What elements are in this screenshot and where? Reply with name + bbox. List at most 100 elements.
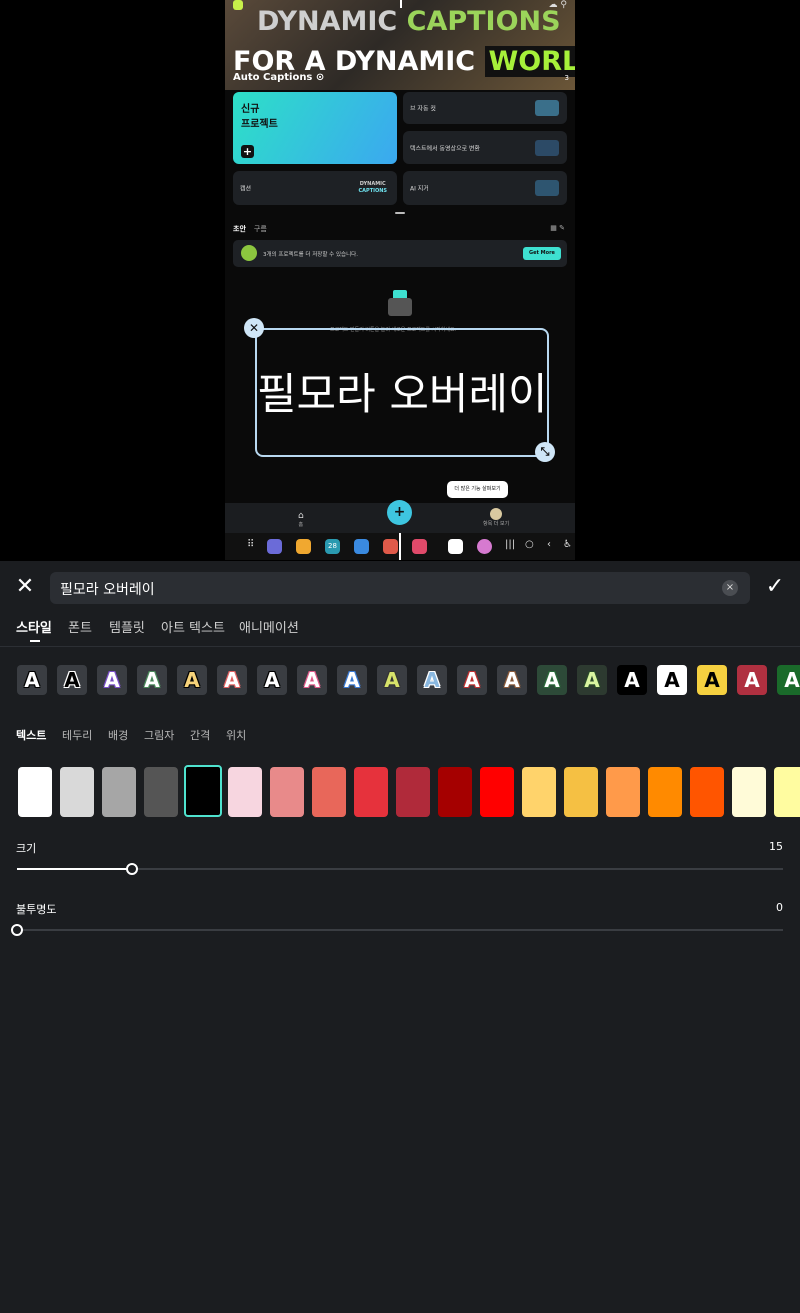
captions-card[interactable]: 캡션 DYNAMIC CAPTIONS xyxy=(233,171,397,205)
create-button[interactable]: + xyxy=(387,500,412,525)
app-icon-contacts[interactable] xyxy=(383,539,398,554)
style-preset-3[interactable]: A xyxy=(97,665,127,695)
color-swatch-12[interactable] xyxy=(480,767,514,817)
clear-text-icon[interactable]: × xyxy=(722,580,738,596)
style-preset-14[interactable]: A xyxy=(537,665,567,695)
color-swatch-10[interactable] xyxy=(396,767,430,817)
style-preset-5[interactable]: A xyxy=(177,665,207,695)
nav-home[interactable]: ⌂ 홈 xyxy=(298,511,304,528)
style-preset-15[interactable]: A xyxy=(577,665,607,695)
nav-profile[interactable]: 항목 더 보기 xyxy=(483,508,509,527)
style-preset-9[interactable]: A xyxy=(337,665,367,695)
color-swatch-6[interactable] xyxy=(228,767,262,817)
back-icon[interactable]: ‹ xyxy=(547,539,551,550)
avatar xyxy=(490,508,503,520)
subtab-spacing[interactable]: 간격 xyxy=(190,727,210,743)
tabs-divider xyxy=(0,646,800,647)
style-preset-10[interactable]: A xyxy=(377,665,407,695)
subtab-text[interactable]: 텍스트 xyxy=(16,727,46,743)
style-preset-18[interactable]: A xyxy=(697,665,727,695)
style-preset-2[interactable]: A xyxy=(57,665,87,695)
size-value: 15 xyxy=(769,840,783,853)
opacity-slider-track[interactable] xyxy=(17,929,783,931)
project-tabs: 초안 구름 xyxy=(233,224,267,234)
promo-banner[interactable]: ☁ ⚲ DYNAMIC CAPTIONS FOR A DYNAMIC WORLD… xyxy=(225,0,575,90)
promo-title-line1: DYNAMIC CAPTIONS xyxy=(257,6,561,37)
ai-remover-label: AI 지거 xyxy=(410,185,429,193)
subtab-border[interactable]: 테두리 xyxy=(62,727,92,743)
style-preset-20[interactable]: A xyxy=(777,665,800,695)
color-swatch-1[interactable] xyxy=(18,767,52,817)
color-swatch-17[interactable] xyxy=(690,767,724,817)
tab-cloud[interactable]: 구름 xyxy=(254,225,267,233)
opacity-value: 0 xyxy=(776,901,783,914)
tab-font[interactable]: 폰트 xyxy=(68,617,92,636)
recents-icon[interactable]: ||| xyxy=(505,539,515,550)
color-swatch-8[interactable] xyxy=(312,767,346,817)
style-preset-6[interactable]: A xyxy=(217,665,247,695)
accessibility-icon[interactable]: ♿ xyxy=(563,539,572,550)
style-preset-4[interactable]: A xyxy=(137,665,167,695)
nav-home-label: 홈 xyxy=(298,522,304,528)
color-swatch-13[interactable] xyxy=(522,767,556,817)
style-preset-11[interactable]: A xyxy=(417,665,447,695)
text-input[interactable]: 필모라 오버레이 × xyxy=(50,572,750,604)
ai-remover-card[interactable]: AI 지거 xyxy=(403,171,567,205)
color-swatch-15[interactable] xyxy=(606,767,640,817)
text-to-video-card[interactable]: 텍스트에서 동영상으로 변환 xyxy=(403,131,567,164)
app-icon-play-store[interactable] xyxy=(448,539,463,554)
get-more-button[interactable]: Get More xyxy=(523,247,561,260)
opacity-slider-handle[interactable] xyxy=(11,924,23,936)
color-swatch-14[interactable] xyxy=(564,767,598,817)
color-swatch-19[interactable] xyxy=(774,767,800,817)
app-icon-messages[interactable] xyxy=(354,539,369,554)
style-preset-8[interactable]: A xyxy=(297,665,327,695)
view-toggle-icons[interactable]: ▦ ✎ xyxy=(550,224,565,232)
style-preset-12[interactable]: A xyxy=(457,665,487,695)
subtab-shadow[interactable]: 그림자 xyxy=(144,727,174,743)
home-circle-icon[interactable]: ○ xyxy=(525,539,534,550)
app-icon-internet[interactable] xyxy=(267,539,282,554)
color-swatch-4[interactable] xyxy=(144,767,178,817)
close-icon[interactable]: ✕ xyxy=(13,575,37,599)
confirm-check-icon[interactable]: ✓ xyxy=(762,574,788,600)
style-preset-7[interactable]: A xyxy=(257,665,287,695)
style-preset-13[interactable]: A xyxy=(497,665,527,695)
color-swatch-2[interactable] xyxy=(60,767,94,817)
color-swatch-7[interactable] xyxy=(270,767,304,817)
tab-animation[interactable]: 애니메이션 xyxy=(239,617,299,636)
overlay-delete-icon[interactable]: ✕ xyxy=(244,318,264,338)
size-slider-handle[interactable] xyxy=(125,863,138,875)
app-icon-screen-recorder[interactable] xyxy=(412,539,427,554)
color-swatch-11[interactable] xyxy=(438,767,472,817)
style-preset-19[interactable]: A xyxy=(737,665,767,695)
color-swatch-18[interactable] xyxy=(732,767,766,817)
app-drawer-icon[interactable]: ⠿ xyxy=(247,539,254,550)
style-preset-17[interactable]: A xyxy=(657,665,687,695)
feature-tooltip[interactable]: 더 많은 기능 살펴보기 xyxy=(447,481,508,498)
color-swatch-5[interactable] xyxy=(184,765,222,817)
new-project-card[interactable]: 신규 프로젝트 + xyxy=(233,92,397,164)
plus-icon: + xyxy=(241,145,254,158)
overlay-resize-icon[interactable]: ⤡ xyxy=(535,442,555,462)
playhead-line-bottom xyxy=(399,533,401,560)
color-swatch-16[interactable] xyxy=(648,767,682,817)
subtab-background[interactable]: 배경 xyxy=(108,727,128,743)
style-preset-16[interactable]: A xyxy=(617,665,647,695)
carousel-dots xyxy=(395,212,405,214)
tab-art-text[interactable]: 아트 텍스트 xyxy=(161,617,225,636)
app-icon-files[interactable] xyxy=(296,539,311,554)
tab-template[interactable]: 템플릿 xyxy=(109,617,145,636)
color-swatch-3[interactable] xyxy=(102,767,136,817)
eraser-icon xyxy=(535,180,559,196)
subtab-position[interactable]: 위치 xyxy=(226,727,246,743)
storage-banner-text: 3개의 프로젝트를 더 저장할 수 있습니다. xyxy=(263,252,358,258)
text-overlay-box[interactable]: 필모라 오버레이 xyxy=(255,328,549,457)
style-preset-1[interactable]: A xyxy=(17,665,47,695)
color-swatch-9[interactable] xyxy=(354,767,388,817)
app-icon-calendar[interactable]: 28 xyxy=(325,539,340,554)
tab-style[interactable]: 스타일 xyxy=(16,617,52,636)
tab-drafts[interactable]: 초안 xyxy=(233,225,246,233)
app-icon-filmora[interactable] xyxy=(477,539,492,554)
auto-cut-card[interactable]: 브 자동 컷 xyxy=(403,92,567,124)
